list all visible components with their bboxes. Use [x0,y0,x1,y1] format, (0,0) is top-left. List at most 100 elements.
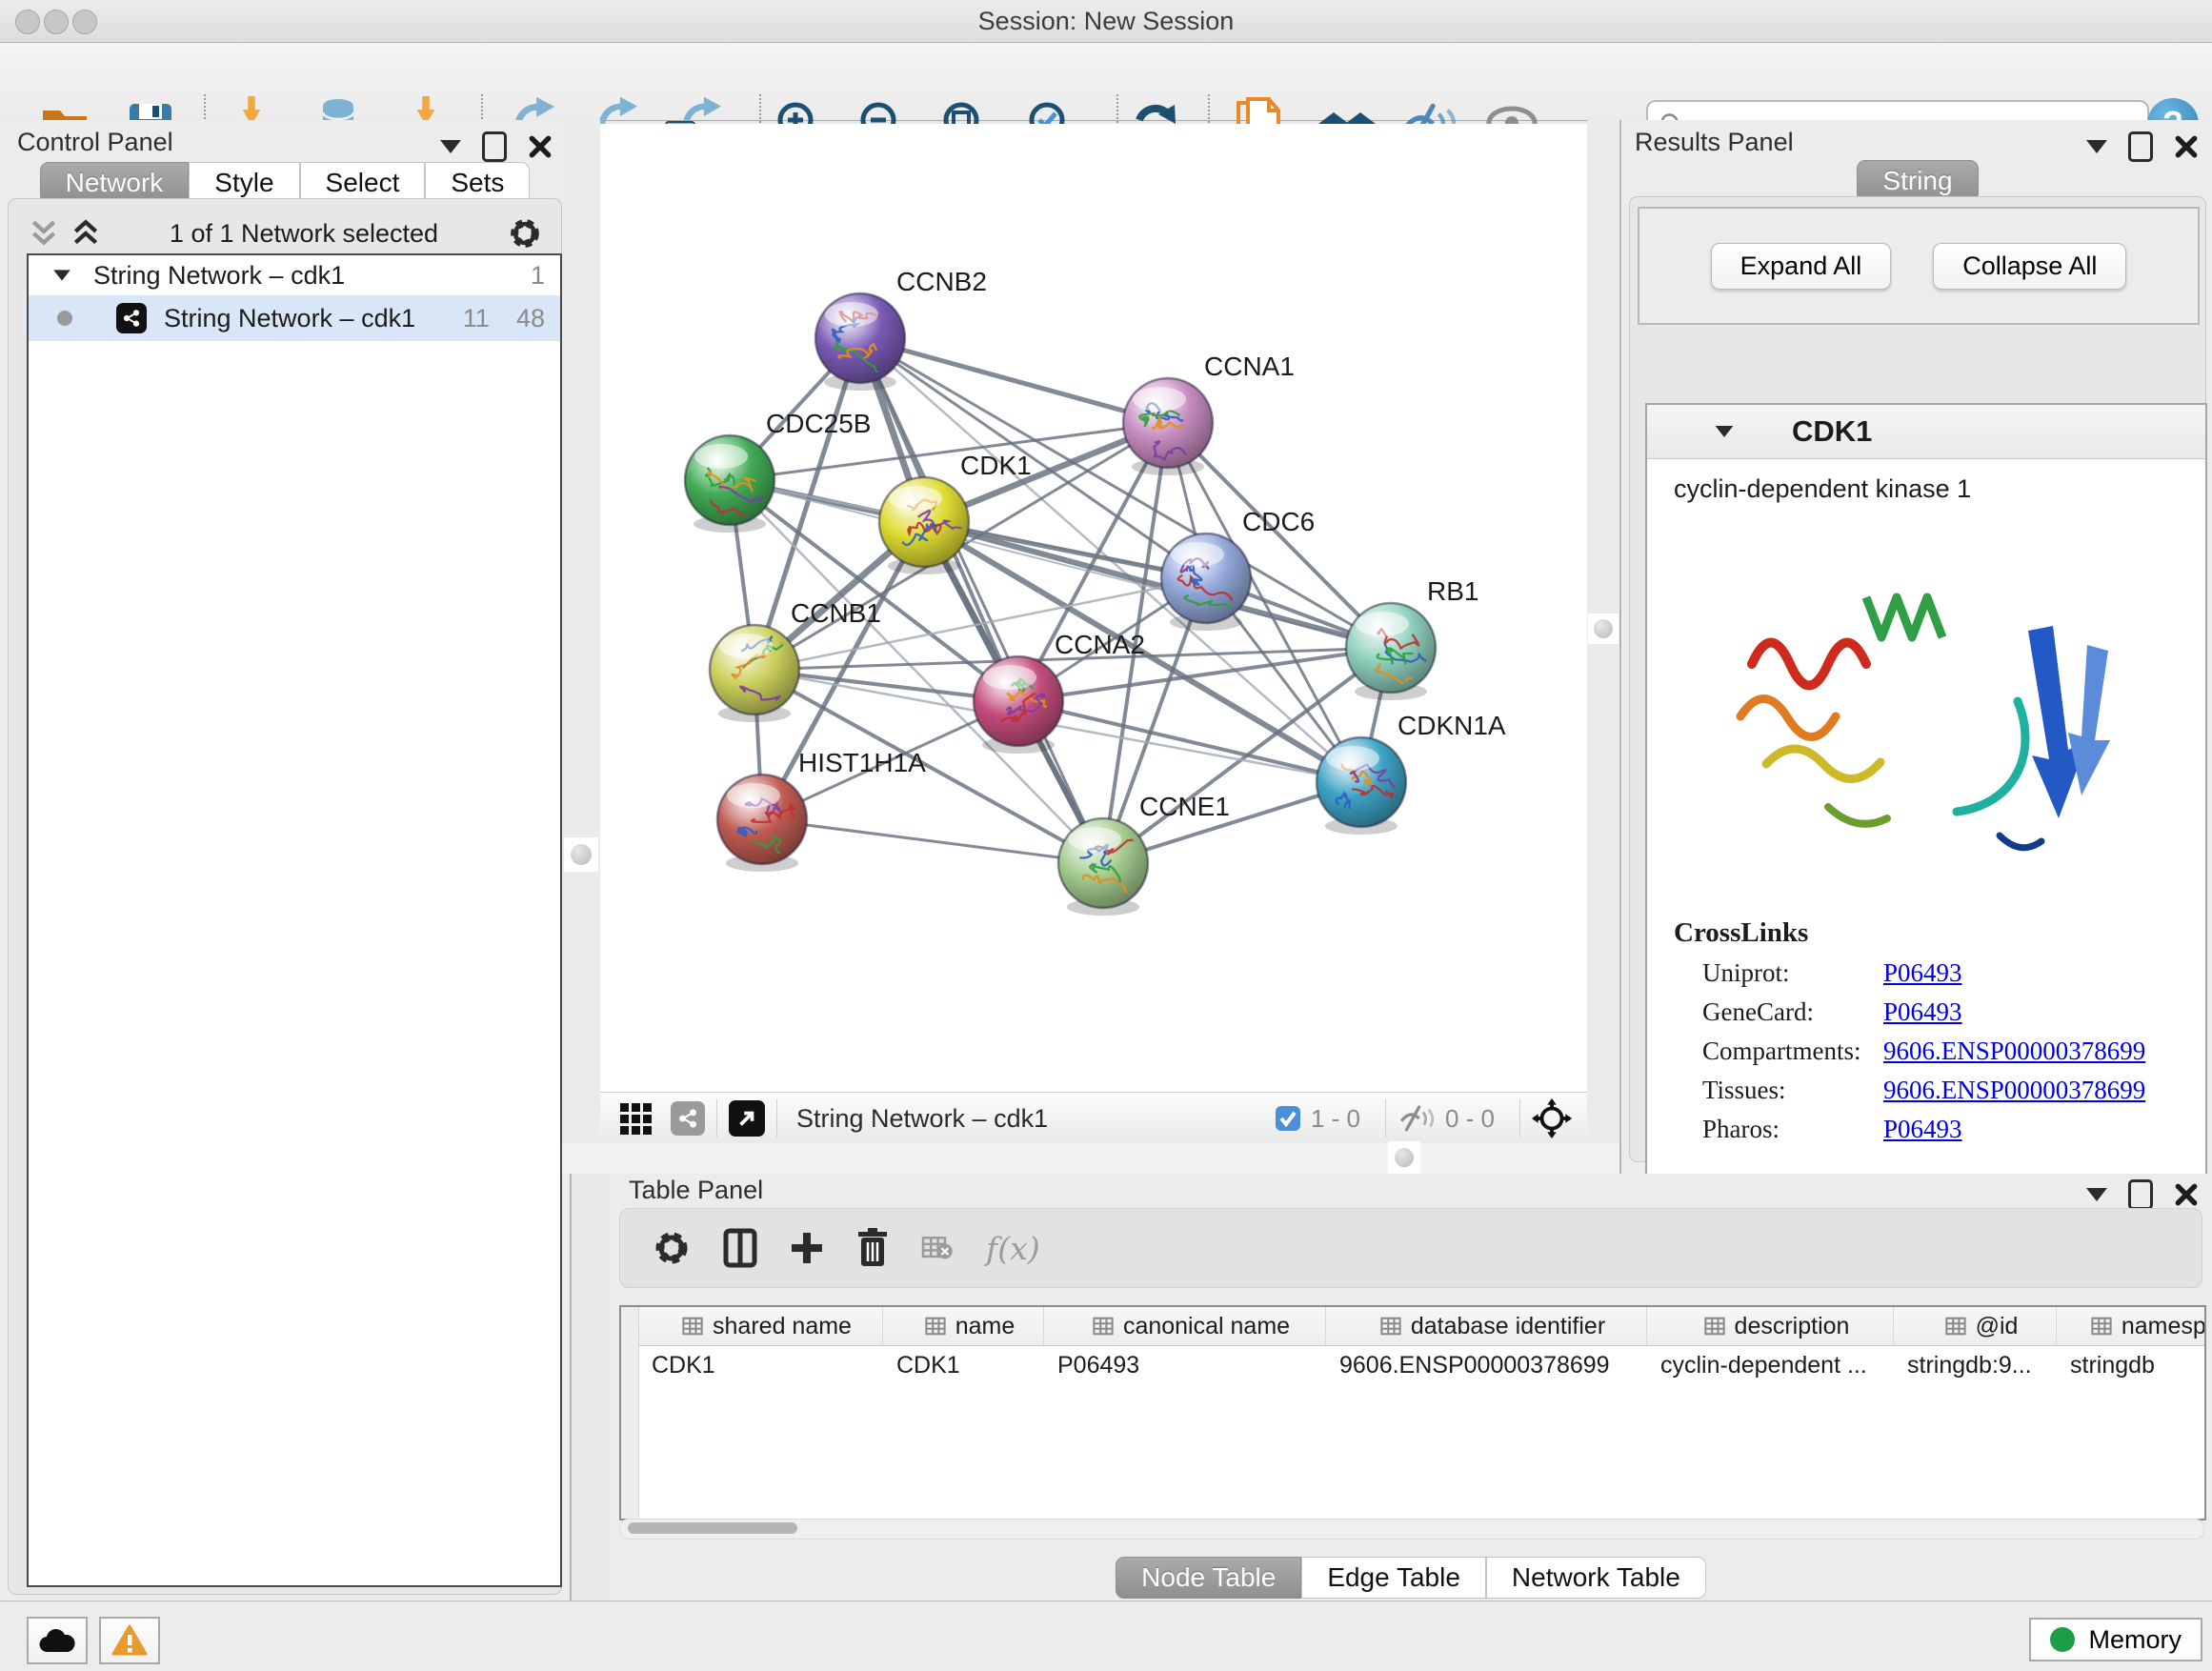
table-cell[interactable]: P06493 [1044,1346,1326,1384]
table-cell[interactable]: stringdb [2057,1346,2206,1384]
memory-status-dot [2050,1627,2075,1652]
network-node-CCNE1[interactable] [1058,818,1153,916]
create-column-button[interactable] [790,1231,824,1265]
tab-edge-table[interactable]: Edge Table [1301,1557,1486,1599]
crosslink-link[interactable]: 9606.ENSP00000378699 [1883,1076,2145,1105]
cloud-status-button[interactable] [27,1617,88,1664]
node-label: CDC25B [766,409,871,438]
network-options-gear-icon[interactable] [508,216,542,251]
table-panel-float-icon[interactable] [2128,1179,2153,1210]
right-splitter[interactable] [1587,120,1619,1174]
column-header-namespace[interactable]: namespace [2057,1307,2206,1345]
column-header-canonicalname[interactable]: canonical name [1044,1307,1326,1345]
column-header-description[interactable]: description [1647,1307,1894,1345]
minimize-window-button[interactable] [44,10,69,34]
crosslink-label: Tissues: [1702,1076,1883,1105]
column-type-icon [1945,1316,1966,1337]
network-node-CCNB1[interactable] [710,625,799,722]
network-collection-row[interactable]: String Network – cdk1 1 [29,255,560,295]
gene-header[interactable]: CDK1 [1647,405,2205,459]
delete-table-button[interactable] [921,1235,954,1261]
collapse-all-button[interactable]: Collapse All [1933,243,2126,290]
horizontal-splitter-handle[interactable] [1388,1141,1420,1174]
table-body: CDK1CDK1P064939606.ENSP00000378699cyclin… [638,1346,2204,1384]
node-label: CCNB1 [791,598,881,628]
column-header-sharedname[interactable]: shared name [638,1307,883,1345]
table-cell[interactable]: CDK1 [883,1346,1044,1384]
network-node-count: 11 [463,304,490,333]
crosslink-label: Compartments: [1702,1037,1883,1066]
collapse-all-networks-icon[interactable] [30,218,58,249]
detach-view-button[interactable] [729,1100,765,1137]
table-cell[interactable]: cyclin-dependent ... [1647,1346,1894,1384]
control-panel-float-icon[interactable] [482,131,507,162]
network-node-CDC25B[interactable] [685,435,777,533]
left-splitter[interactable] [562,120,600,1174]
results-panel-close-icon[interactable] [2174,134,2199,159]
column-type-icon [1093,1316,1114,1337]
selected-checkbox-icon[interactable] [1275,1105,1301,1132]
network-node-HIST1H1A[interactable] [717,775,807,872]
network-graph[interactable]: CCNB2CCNA1CDC25BCDK1CDC6RB1CCNB1CCNA2CDK… [600,124,1587,1092]
control-panel-close-icon[interactable] [528,134,553,159]
network-node-CCNB2[interactable] [815,293,905,391]
selected-node-edge-count: 1 - 0 [1311,1104,1360,1134]
crosslink-link[interactable]: P06493 [1883,958,1962,988]
warnings-button[interactable] [99,1617,160,1664]
collection-expander-icon[interactable] [53,270,70,280]
network-badge-button[interactable] [671,1101,705,1136]
results-panel: Results Panel String Expand All Collapse… [1619,120,2212,1174]
table-settings-button[interactable] [653,1229,691,1267]
table-cell[interactable]: stringdb:9... [1894,1346,2057,1384]
column-header-id[interactable]: @id [1894,1307,2057,1345]
birdseye-crosshair-icon[interactable] [1532,1098,1572,1138]
table-panel-close-icon[interactable] [2174,1182,2199,1207]
gene-expander-icon[interactable] [1716,426,1734,437]
expand-all-networks-icon[interactable] [71,218,100,249]
grid-icon [619,1102,652,1135]
tab-network-table[interactable]: Network Table [1486,1557,1706,1599]
crosslink-row: GeneCard:P06493 [1702,997,2205,1027]
left-splitter-handle[interactable] [564,837,598,872]
delete-column-button[interactable] [856,1228,889,1268]
footer-separator [1519,1099,1520,1137]
crosslink-link[interactable]: P06493 [1883,1115,1962,1144]
table-hscrollbar[interactable] [619,1519,2204,1540]
fx-label: f(x) [986,1230,1040,1267]
network-node-RB1[interactable] [1346,603,1438,700]
network-canvas[interactable]: CCNB2CCNA1CDC25BCDK1CDC6RB1CCNB1CCNA2CDK… [600,124,1587,1092]
control-panel-collapse-icon[interactable] [440,140,461,153]
crosslink-link[interactable]: P06493 [1883,997,1962,1027]
crosslink-label: Uniprot: [1702,958,1883,988]
expand-all-button[interactable]: Expand All [1711,243,1892,290]
table-cell[interactable]: CDK1 [638,1346,883,1384]
status-bar: Memory [0,1601,2212,1671]
table-row[interactable]: CDK1CDK1P064939606.ENSP00000378699cyclin… [638,1346,2204,1384]
show-grid-button[interactable] [619,1102,652,1135]
crosslink-link[interactable]: 9606.ENSP00000378699 [1883,1037,2145,1066]
close-window-button[interactable] [15,10,40,34]
network-row[interactable]: String Network – cdk1 11 48 [29,295,560,341]
function-builder-button[interactable]: f(x) [986,1230,1040,1267]
collection-label: String Network – cdk1 [93,261,345,291]
table-panel-collapse-icon[interactable] [2086,1188,2107,1201]
right-splitter-handle[interactable] [1588,614,1619,644]
table-cell[interactable]: 9606.ENSP00000378699 [1326,1346,1647,1384]
hidden-eye-icon[interactable] [1398,1103,1436,1134]
network-node-CDKN1A[interactable] [1317,737,1406,835]
node-label: CDC6 [1242,507,1315,536]
column-header-name[interactable]: name [883,1307,1044,1345]
tab-node-table[interactable]: Node Table [1116,1557,1301,1599]
network-list: String Network – cdk1 1 String Network –… [27,253,562,1587]
show-columns-button[interactable] [723,1228,757,1268]
results-panel-collapse-icon[interactable] [2086,140,2107,153]
table-hscrollbar-thumb[interactable] [628,1522,797,1534]
column-type-icon [925,1316,946,1337]
results-panel-float-icon[interactable] [2128,131,2153,162]
trash-icon [856,1228,889,1268]
network-node-CCNA2[interactable] [974,656,1063,754]
memory-button[interactable]: Memory [2029,1618,2202,1661]
column-header-databaseidentifier[interactable]: database identifier [1326,1307,1647,1345]
zoom-window-button[interactable] [72,10,97,34]
network-node-CCNA1[interactable] [1123,378,1213,475]
